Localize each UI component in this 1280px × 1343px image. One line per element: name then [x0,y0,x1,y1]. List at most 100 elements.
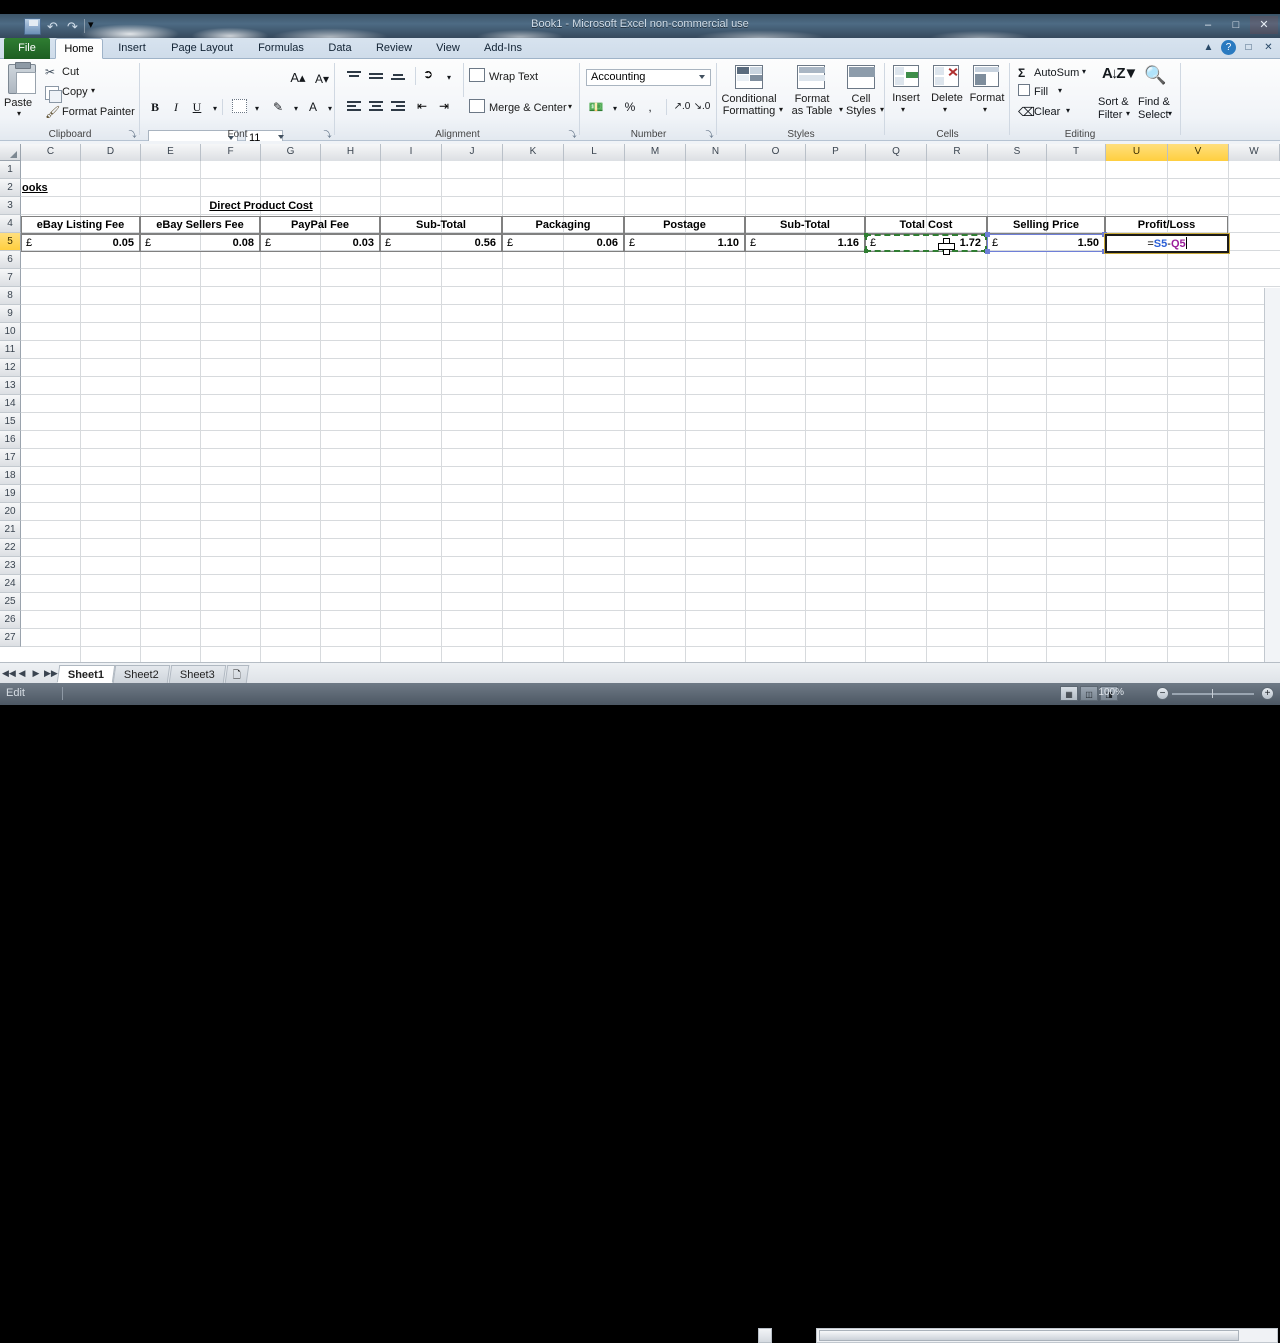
row-header-14[interactable]: 14 [0,395,21,413]
format-as-table-label-1[interactable]: Format [787,93,837,105]
cell-header-selling-price[interactable]: Selling Price [987,216,1105,234]
column-header-T[interactable]: T [1047,144,1106,161]
column-header-P[interactable]: P [806,144,866,161]
delete-cells-icon[interactable] [933,65,959,87]
italic-button[interactable]: I [166,97,186,117]
sheet-tab-sheet2[interactable]: Sheet2 [113,665,170,683]
cell-value-ebay-listing-fee[interactable]: £ 0.05 [21,234,140,252]
ribbon-tab-bar[interactable]: File Home Insert Page Layout Formulas Da… [0,38,1280,59]
align-center-icon[interactable] [367,99,386,117]
tab-data[interactable]: Data [318,38,362,59]
column-header-Q[interactable]: Q [866,144,927,161]
column-header-U[interactable]: U [1106,144,1168,161]
cell-styles-label-2[interactable]: Styles [839,105,883,117]
tab-home[interactable]: Home [55,38,103,59]
last-sheet-icon[interactable]: ▶▶ [44,666,56,680]
insert-cells-icon[interactable] [893,65,919,87]
format-painter-button[interactable]: Format Painter [62,106,135,118]
cell-styles-label-1[interactable]: Cell [843,93,879,105]
tab-insert[interactable]: Insert [108,38,156,59]
row-header-15[interactable]: 15 [0,413,21,431]
comma-style-button[interactable]: , [640,97,660,117]
tab-file[interactable]: File [4,38,50,59]
fill-button[interactable]: Fill [1034,86,1048,98]
cell-header-sub-total-2[interactable]: Sub-Total [745,216,865,234]
row-header-10[interactable]: 10 [0,323,21,341]
clear-button[interactable]: Clear [1034,106,1060,118]
cell-header-total-cost[interactable]: Total Cost [865,216,987,234]
close-button[interactable]: ✕ [1250,16,1278,34]
sort-filter-label-1[interactable]: Sort & [1098,96,1129,108]
copy-dropdown-arrow[interactable]: ▾ [91,86,95,95]
minimize-button[interactable]: – [1194,16,1222,34]
row-header-4[interactable]: 4 [0,215,21,233]
column-header-N[interactable]: N [686,144,746,161]
column-header-M[interactable]: M [625,144,686,161]
zoom-in-button[interactable]: + [1261,687,1274,700]
insert-dropdown-arrow[interactable]: ▾ [901,105,905,114]
split-handle[interactable] [758,1328,772,1343]
tab-review[interactable]: Review [366,38,422,59]
cut-button[interactable]: Cut [62,66,79,78]
accounting-format-icon[interactable]: 💵 [586,97,606,117]
zoom-percent-label[interactable]: 100% [1090,687,1124,698]
select-all-corner[interactable] [0,144,21,161]
find-select-label-2[interactable]: Select [1138,109,1169,121]
column-header-D[interactable]: D [81,144,141,161]
horizontal-scroll-thumb[interactable] [819,1330,1239,1341]
shrink-font-icon[interactable]: A▾ [312,69,332,89]
underline-button[interactable]: U [187,97,207,117]
sort-filter-icon[interactable]: A↓Z▼ [1102,65,1136,82]
restore-window-icon[interactable]: □ [1241,40,1256,55]
maximize-button[interactable]: □ [1222,16,1250,34]
align-left-icon[interactable] [345,99,364,117]
borders-dropdown-arrow[interactable]: ▾ [247,99,267,119]
tab-page-layout[interactable]: Page Layout [160,38,244,59]
decrease-decimal-icon[interactable]: ↘.0 [692,97,712,117]
wrap-text-icon[interactable] [469,68,485,82]
insert-button[interactable]: Insert [885,92,927,104]
decrease-indent-icon[interactable]: ⇤ [417,99,436,117]
format-as-table-label-2[interactable]: as Table [785,105,839,117]
column-header-L[interactable]: L [564,144,625,161]
row-header-2[interactable]: 2 [0,179,21,197]
row-header-22[interactable]: 22 [0,539,21,557]
row-header-19[interactable]: 19 [0,485,21,503]
cell-header-paypal-fee[interactable]: PayPal Fee [260,216,380,234]
row-header-8[interactable]: 8 [0,287,21,305]
delete-dropdown-arrow[interactable]: ▾ [943,105,947,114]
clear-dropdown-arrow[interactable]: ▾ [1066,106,1070,115]
cell-direct-product-cost-title[interactable]: Direct Product Cost [141,198,381,215]
sort-filter-dropdown-arrow[interactable]: ▾ [1126,109,1130,118]
normal-view-icon[interactable]: ▦ [1060,686,1078,701]
cell-header-profit-loss[interactable]: Profit/Loss [1105,216,1228,234]
percent-style-button[interactable]: % [620,97,640,117]
paste-dropdown-arrow[interactable]: ▾ [17,109,21,118]
conditional-formatting-label-2[interactable]: Formatting [717,105,781,117]
cell-value-postage[interactable]: £ 1.10 [624,234,745,252]
delete-button[interactable]: Delete [925,92,969,104]
cell-header-sub-total-1[interactable]: Sub-Total [380,216,502,234]
zoom-out-button[interactable]: − [1156,687,1169,700]
row-header-18[interactable]: 18 [0,467,21,485]
column-header-R[interactable]: R [927,144,988,161]
column-header-V[interactable]: V [1168,144,1229,161]
column-header-O[interactable]: O [746,144,806,161]
row-header-26[interactable]: 26 [0,611,21,629]
tab-formulas[interactable]: Formulas [248,38,314,59]
minimize-ribbon-icon[interactable]: ▲ [1201,40,1216,55]
merge-center-dropdown-arrow[interactable]: ▾ [568,102,572,111]
orientation-dropdown-arrow[interactable]: ▾ [439,68,459,88]
number-dialog-launcher[interactable]: ⤵ [705,130,714,139]
zoom-controls[interactable]: 100% − + [1126,687,1274,701]
format-dropdown-arrow[interactable]: ▾ [983,105,987,114]
row-header-7[interactable]: 7 [0,269,21,287]
row-header-16[interactable]: 16 [0,431,21,449]
column-headers[interactable]: C D E F G H I J K L M N O P Q R S T U V … [0,144,1280,161]
cell-header-ebay-listing-fee[interactable]: eBay Listing Fee [21,216,140,234]
autosum-dropdown-arrow[interactable]: ▾ [1082,67,1086,76]
zoom-slider-track[interactable] [1172,693,1254,695]
align-middle-icon[interactable] [367,69,386,87]
clipboard-dialog-launcher[interactable]: ⤵ [128,130,137,139]
grow-font-icon[interactable]: A▴ [288,68,308,88]
